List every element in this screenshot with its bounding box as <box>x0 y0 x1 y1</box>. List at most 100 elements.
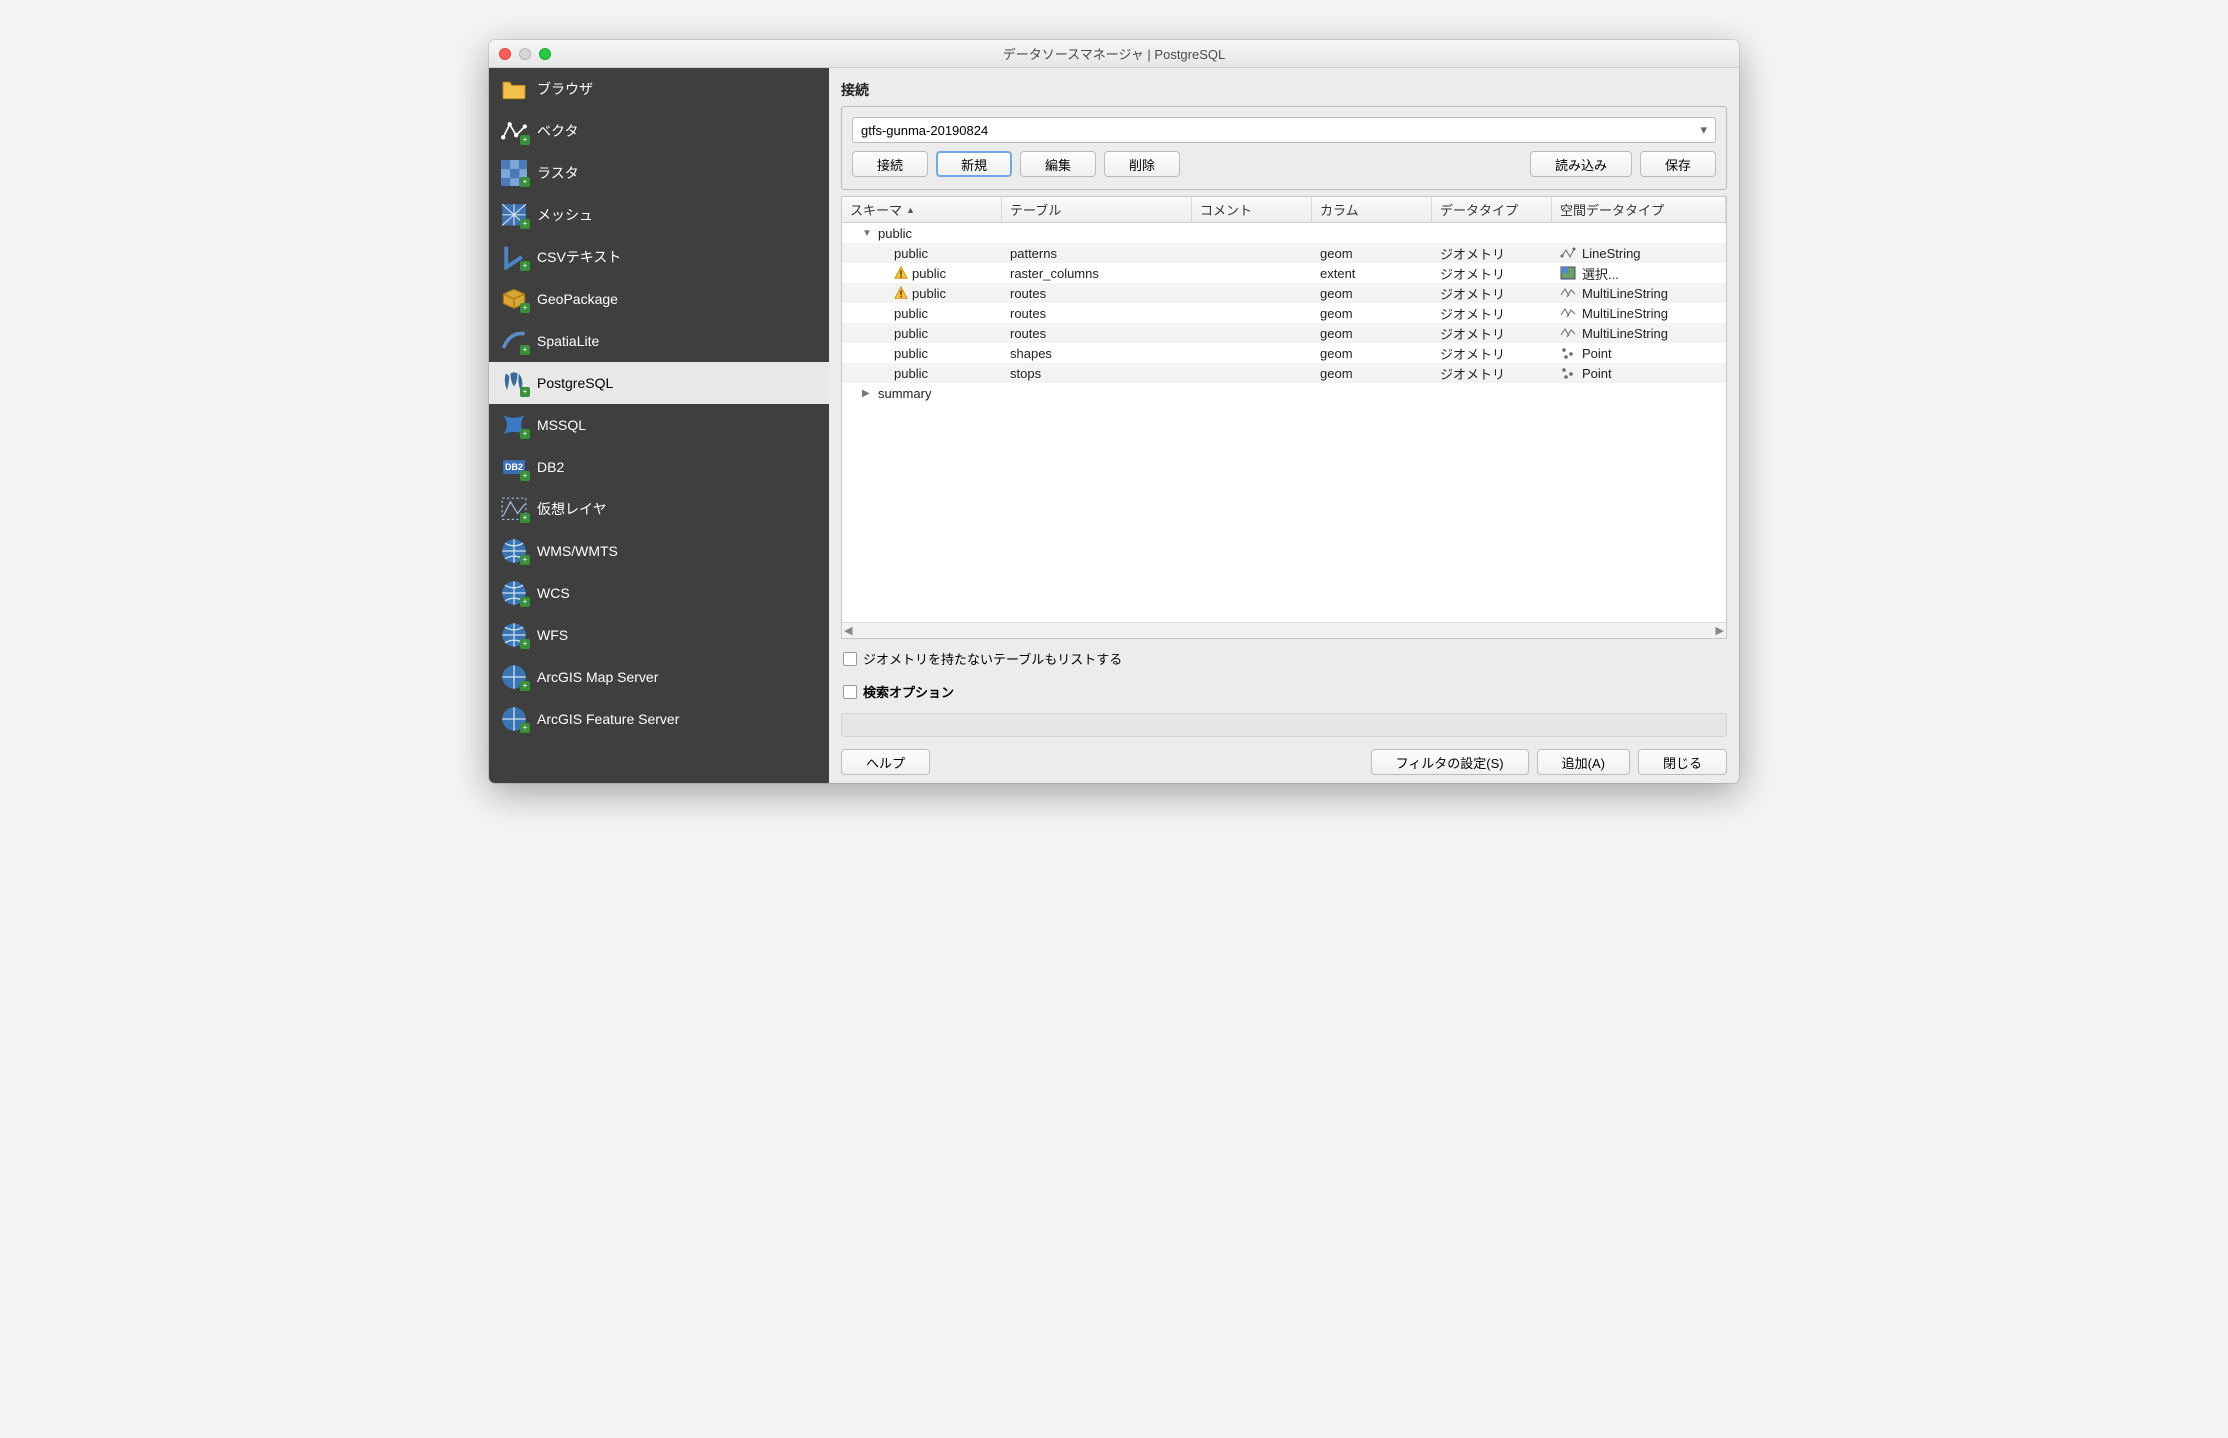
sidebar-item-wms[interactable]: + WMS/WMTS <box>489 530 829 572</box>
cell-stype[interactable]: MultiLineString <box>1552 326 1726 341</box>
dialog-footer: ヘルプ フィルタの設定(S) 追加(A) 閉じる <box>841 743 1727 775</box>
filter-settings-button[interactable]: フィルタの設定(S) <box>1371 749 1529 775</box>
spatialite-icon: + <box>501 330 527 352</box>
sidebar-item-wcs[interactable]: + WCS <box>489 572 829 614</box>
traffic-lights <box>499 48 551 60</box>
vector-icon: + <box>501 120 527 142</box>
connection-selected-value: gtfs-gunma-20190824 <box>861 123 988 138</box>
table-row[interactable]: publicraster_columnsextentジオメトリ選択... <box>842 263 1726 283</box>
header-column[interactable]: カラム <box>1312 197 1432 222</box>
connection-box: gtfs-gunma-20190824 ▾ 接続 新規 編集 削除 読み込み 保… <box>841 106 1727 190</box>
delete-button[interactable]: 削除 <box>1104 151 1180 177</box>
cell-stype[interactable]: MultiLineString <box>1552 306 1726 321</box>
plus-badge-icon: + <box>520 429 530 439</box>
table-row[interactable]: publicpatternsgeomジオメトリLineString <box>842 243 1726 263</box>
sidebar-item-label: ベクタ <box>537 121 578 141</box>
tree-group-row[interactable]: ▶summary <box>842 383 1726 403</box>
header-dtype[interactable]: データタイプ <box>1432 197 1552 222</box>
sidebar-item-csv[interactable]: + CSVテキスト <box>489 236 829 278</box>
plus-badge-icon: + <box>520 723 530 733</box>
table-row[interactable]: publicroutesgeomジオメトリMultiLineString <box>842 283 1726 303</box>
new-button[interactable]: 新規 <box>936 151 1012 177</box>
sidebar-item-label: GeoPackage <box>537 291 618 307</box>
search-options-checkbox-row[interactable]: 検索オプション <box>841 678 1727 705</box>
cell-column: extent <box>1312 266 1432 281</box>
expand-collapse-icon[interactable]: ▼ <box>862 228 874 239</box>
sidebar-item-mesh[interactable]: + メッシュ <box>489 194 829 236</box>
edit-button[interactable]: 編集 <box>1020 151 1096 177</box>
save-button[interactable]: 保存 <box>1640 151 1716 177</box>
cell-stype[interactable]: 選択... <box>1552 264 1726 283</box>
header-comment[interactable]: コメント <box>1192 197 1312 222</box>
geom-type-icon <box>1560 366 1576 380</box>
plus-badge-icon: + <box>520 135 530 145</box>
cell-stype[interactable]: Point <box>1552 366 1726 381</box>
load-button[interactable]: 読み込み <box>1530 151 1632 177</box>
search-options-field <box>841 713 1727 737</box>
checkbox[interactable] <box>843 685 857 699</box>
plus-badge-icon: + <box>520 639 530 649</box>
table-body: ▼public publicpatternsgeomジオメトリLineStrin… <box>842 223 1726 622</box>
header-stype[interactable]: 空間データタイプ <box>1552 197 1726 222</box>
sidebar-item-spatialite[interactable]: + SpatiaLite <box>489 320 829 362</box>
sidebar-item-raster[interactable]: + ラスタ <box>489 152 829 194</box>
plus-badge-icon: + <box>520 303 530 313</box>
sidebar-item-db2[interactable]: DB2 + DB2 <box>489 446 829 488</box>
sidebar-item-arcgis-feature[interactable]: + ArcGIS Feature Server <box>489 698 829 740</box>
sidebar-item-label: ArcGIS Feature Server <box>537 711 679 727</box>
table-row[interactable]: publicstopsgeomジオメトリPoint <box>842 363 1726 383</box>
sidebar-item-wfs[interactable]: + WFS <box>489 614 829 656</box>
plus-badge-icon: + <box>520 513 530 523</box>
globe-icon: + <box>501 708 527 730</box>
dialog-window: データソースマネージャ | PostgreSQL ブラウザ + ベクタ <box>489 40 1739 783</box>
horizontal-scrollbar[interactable]: ◀ ▶ <box>842 622 1726 638</box>
cell-schema: public <box>842 366 1002 381</box>
header-schema[interactable]: スキーマ▲ <box>842 197 1002 222</box>
cell-schema: public <box>842 326 1002 341</box>
close-window-button[interactable] <box>499 48 511 60</box>
mssql-icon: + <box>501 414 527 436</box>
plus-badge-icon: + <box>520 177 530 187</box>
table-row[interactable]: publicroutesgeomジオメトリMultiLineString <box>842 323 1726 343</box>
table-row[interactable]: publicshapesgeomジオメトリPoint <box>842 343 1726 363</box>
sidebar-item-label: ラスタ <box>537 163 579 183</box>
help-button[interactable]: ヘルプ <box>841 749 930 775</box>
connect-button[interactable]: 接続 <box>852 151 928 177</box>
connection-section-label: 接続 <box>841 76 1727 100</box>
sidebar-item-vector[interactable]: + ベクタ <box>489 110 829 152</box>
csv-icon: + <box>501 246 527 268</box>
zoom-window-button[interactable] <box>539 48 551 60</box>
expand-collapse-icon[interactable]: ▶ <box>862 388 874 399</box>
globe-icon: + <box>501 582 527 604</box>
minimize-window-button[interactable] <box>519 48 531 60</box>
checkbox[interactable] <box>843 652 857 666</box>
sidebar-item-label: CSVテキスト <box>537 247 621 267</box>
sidebar-item-arcgis-map[interactable]: + ArcGIS Map Server <box>489 656 829 698</box>
geom-type-icon <box>1560 246 1576 260</box>
tree-group-row[interactable]: ▼public <box>842 223 1726 243</box>
cell-stype[interactable]: MultiLineString <box>1552 286 1726 301</box>
sidebar-item-geopackage[interactable]: + GeoPackage <box>489 278 829 320</box>
geopackage-icon: + <box>501 288 527 310</box>
geom-type-icon <box>1560 286 1576 300</box>
add-button[interactable]: 追加(A) <box>1537 749 1630 775</box>
sidebar-item-virtual[interactable]: + 仮想レイヤ <box>489 488 829 530</box>
list-nogeom-checkbox-row[interactable]: ジオメトリを持たないテーブルもリストする <box>841 645 1727 672</box>
sidebar-item-mssql[interactable]: + MSSQL <box>489 404 829 446</box>
cell-schema: public <box>842 286 1002 301</box>
sidebar-item-browser[interactable]: ブラウザ <box>489 68 829 110</box>
sidebar-item-postgresql[interactable]: + PostgreSQL <box>489 362 829 404</box>
scroll-left-icon[interactable]: ◀ <box>844 624 852 637</box>
connection-select[interactable]: gtfs-gunma-20190824 ▾ <box>852 117 1716 143</box>
close-button[interactable]: 閉じる <box>1638 749 1727 775</box>
cell-dtype: ジオメトリ <box>1432 304 1552 323</box>
header-table[interactable]: テーブル <box>1002 197 1192 222</box>
mesh-icon: + <box>501 204 527 226</box>
globe-icon: + <box>501 666 527 688</box>
geom-type-icon <box>1560 326 1576 340</box>
plus-badge-icon: + <box>520 597 530 607</box>
scroll-right-icon[interactable]: ▶ <box>1716 624 1724 637</box>
cell-stype[interactable]: LineString <box>1552 246 1726 261</box>
table-row[interactable]: publicroutesgeomジオメトリMultiLineString <box>842 303 1726 323</box>
cell-stype[interactable]: Point <box>1552 346 1726 361</box>
